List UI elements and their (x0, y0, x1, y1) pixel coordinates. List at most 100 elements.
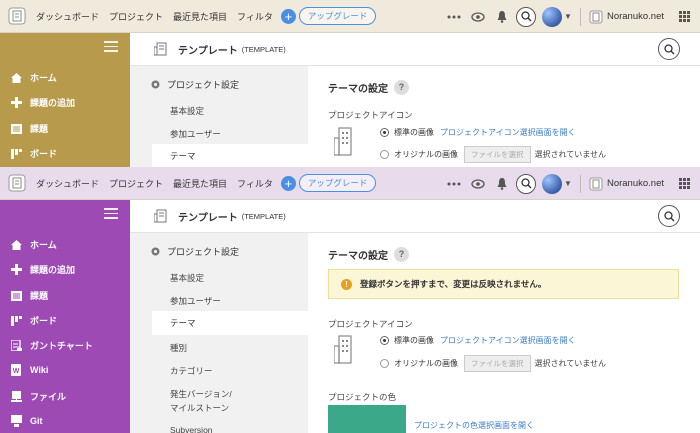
nav-projects[interactable]: プロジェクト (109, 177, 163, 190)
sidebar-item-label: ファイル (30, 392, 67, 402)
settings-subnav: プロジェクト設定 基本設定 参加ユーザー テーマ 種別 カテゴリー 発生バージョ… (130, 233, 308, 433)
app-logo-icon[interactable] (8, 174, 26, 192)
sidebar-item-git[interactable]: Git (10, 415, 43, 427)
add-button[interactable]: + (280, 175, 296, 191)
sidebar-item-home[interactable]: ホーム (10, 71, 57, 84)
radio-standard[interactable] (380, 336, 389, 345)
subnav-item-members[interactable]: 参加ユーザー (170, 128, 221, 140)
radio-original-row: オリジナルの画像 ファイルを選択 選択されていません (380, 146, 606, 163)
settings-header: プロジェクト設定 (150, 78, 239, 91)
home-icon (10, 72, 22, 83)
space-name[interactable]: Noranuko.net (607, 178, 664, 189)
menu-icon[interactable] (104, 41, 118, 55)
global-nav: ダッシュボード プロジェクト 最近見た項目 フィルタ (36, 10, 273, 23)
subnav-item-members[interactable]: 参加ユーザー (170, 295, 221, 307)
subnav-item-types[interactable]: 種別 (170, 342, 187, 354)
nav-dashboard[interactable]: ダッシュボード (36, 177, 99, 190)
sidebar-item-add-issue[interactable]: 課題の追加 (10, 263, 75, 276)
subnav-item-theme[interactable]: テーマ (152, 311, 308, 335)
sidebar-item-label: ホーム (30, 73, 57, 83)
board-icon (10, 315, 22, 326)
sidebar-item-label: Git (30, 416, 43, 426)
theme-settings-panel: テーマの設定? プロジェクトアイコン 標準の画像 プロジェクトアイコン選択画面を開… (308, 66, 700, 167)
watch-eye-icon[interactable] (468, 7, 488, 27)
app-logo-icon[interactable] (8, 7, 26, 25)
wiki-icon: W (10, 364, 22, 376)
sidebar-item-board[interactable]: ボード (10, 147, 57, 160)
apps-grid-icon[interactable] (674, 174, 694, 194)
sidebar-item-files[interactable]: ファイル (10, 390, 66, 403)
more-icon[interactable] (444, 7, 464, 27)
bell-icon[interactable] (492, 174, 512, 194)
subnav-item-versions[interactable]: 発生バージョン/ (170, 388, 232, 400)
menu-icon[interactable] (104, 208, 118, 222)
divider (579, 7, 581, 26)
radio-original-label: オリジナルの画像 (394, 150, 458, 159)
sidebar-item-issues[interactable]: 課題 (10, 289, 48, 302)
sidebar-item-label: 課題の追加 (30, 98, 76, 108)
icon-label: プロジェクトアイコン (328, 110, 413, 120)
file-select-button[interactable]: ファイルを選択 (464, 146, 531, 163)
radio-standard-label: 標準の画像 (394, 336, 434, 345)
add-button[interactable]: + (280, 8, 296, 24)
apps-grid-icon[interactable] (674, 7, 694, 27)
radio-original[interactable] (380, 359, 389, 368)
help-icon[interactable]: ? (394, 247, 409, 262)
nav-dashboard[interactable]: ダッシュボード (36, 10, 99, 23)
home-icon (10, 239, 22, 250)
bell-icon[interactable] (492, 7, 512, 27)
subnav-item-basic[interactable]: 基本設定 (170, 272, 204, 284)
subnav-item-subversion[interactable]: Subversion (170, 425, 213, 433)
nav-recent[interactable]: 最近見た項目 (173, 10, 227, 23)
project-icon (154, 209, 167, 223)
radio-standard-row: 標準の画像 プロジェクトアイコン選択画面を開く (380, 127, 576, 138)
nav-recent[interactable]: 最近見た項目 (173, 177, 227, 190)
subnav-item-basic[interactable]: 基本設定 (170, 105, 204, 117)
screenshot-frame-purple: ダッシュボード プロジェクト 最近見た項目 フィルタ + アップグレード ▼ N… (0, 167, 700, 433)
radio-standard[interactable] (380, 128, 389, 137)
radio-original[interactable] (380, 150, 389, 159)
user-avatar[interactable] (542, 6, 563, 27)
project-icon (154, 42, 167, 56)
more-icon[interactable] (444, 174, 464, 194)
watch-eye-icon[interactable] (468, 174, 488, 194)
chevron-down-icon[interactable]: ▼ (564, 179, 572, 188)
help-icon[interactable]: ? (394, 80, 409, 95)
sidebar-item-add-issue[interactable]: 課題の追加 (10, 96, 75, 109)
search-icon[interactable] (516, 6, 537, 27)
upgrade-button[interactable]: アップグレード (298, 7, 377, 25)
file-select-button[interactable]: ファイルを選択 (464, 355, 531, 372)
chevron-down-icon[interactable]: ▼ (564, 12, 572, 21)
sidebar-item-label: Wiki (30, 365, 49, 375)
nav-filter[interactable]: フィルタ (237, 177, 273, 190)
open-icon-picker-link[interactable]: プロジェクトアイコン選択画面を開く (440, 127, 576, 138)
radio-original-label: オリジナルの画像 (394, 359, 458, 368)
nav-filter[interactable]: フィルタ (237, 10, 273, 23)
subnav-item-milestones[interactable]: マイルストーン (170, 402, 229, 414)
search-icon[interactable] (658, 38, 680, 60)
project-sidebar: ホーム 課題の追加 課題 ボード (0, 33, 130, 167)
global-nav: ダッシュボード プロジェクト 最近見た項目 フィルタ (36, 177, 273, 190)
subnav-item-categories[interactable]: カテゴリー (170, 365, 213, 377)
subnav-item-theme[interactable]: テーマ (152, 144, 308, 167)
sidebar-item-wiki[interactable]: W Wiki (10, 364, 48, 376)
user-avatar[interactable] (542, 173, 563, 194)
search-icon[interactable] (516, 173, 537, 194)
open-icon-picker-link[interactable]: プロジェクトアイコン選択画面を開く (440, 335, 576, 346)
sidebar-item-gantt[interactable]: ガントチャート (10, 339, 93, 352)
upgrade-button[interactable]: アップグレード (298, 174, 377, 192)
project-color-swatch[interactable] (328, 405, 406, 433)
sidebar-item-home[interactable]: ホーム (10, 238, 57, 251)
project-header: テンプレート (TEMPLATE) (130, 33, 700, 66)
sidebar-item-label: 課題の追加 (30, 265, 76, 275)
plus-icon (10, 264, 22, 275)
nav-projects[interactable]: プロジェクト (109, 10, 163, 23)
unsaved-notice: ! 登録ボタンを押すまで、変更は反映されません。 (328, 269, 679, 299)
sidebar-item-issues[interactable]: 課題 (10, 122, 48, 135)
space-name[interactable]: Noranuko.net (607, 11, 664, 22)
search-icon[interactable] (658, 205, 680, 227)
sidebar-item-board[interactable]: ボード (10, 314, 57, 327)
topbar-right-tools: ▼ Noranuko.net (440, 167, 700, 200)
project-key: (TEMPLATE) (241, 44, 286, 54)
open-color-picker-link[interactable]: プロジェクトの色選択画面を開く (414, 420, 534, 431)
